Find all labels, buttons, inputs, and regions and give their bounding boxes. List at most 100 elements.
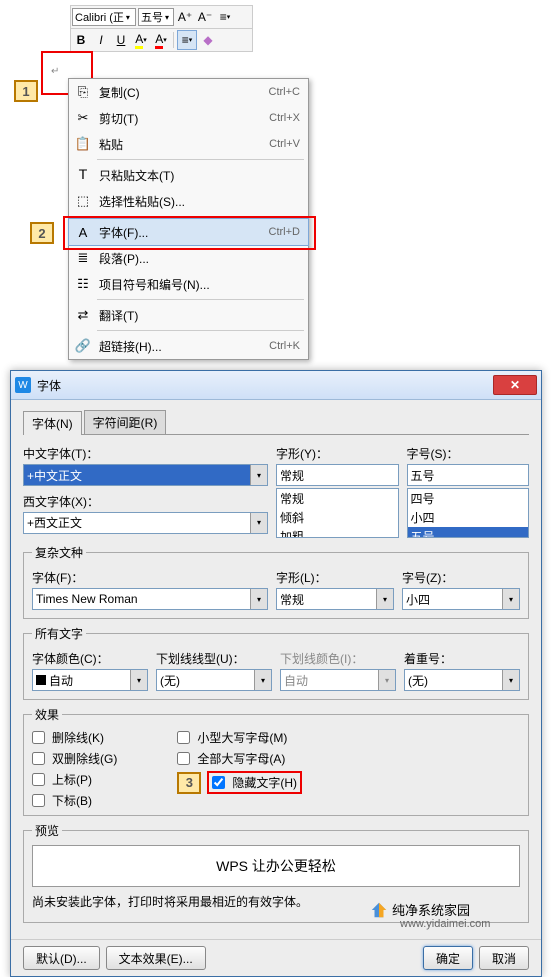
ctx-label: 超链接(H)... — [99, 338, 269, 355]
size-listbox[interactable]: 四号小四五号 — [407, 488, 530, 538]
bold-button[interactable]: B — [72, 31, 90, 49]
shrink-font-button[interactable]: A⁻ — [196, 8, 214, 26]
label-size: 字号(S)： — [407, 445, 530, 462]
preview-legend: 预览 — [32, 822, 62, 839]
text-effect-button[interactable]: 文本效果(E)... — [106, 946, 206, 970]
ctx-shortcut: Ctrl+X — [269, 112, 300, 124]
label-c-font: 字体(F)： — [32, 569, 268, 586]
ctx-label: 只粘贴文本(T) — [99, 167, 300, 184]
label-style: 字形(Y)： — [276, 445, 399, 462]
font-color-button[interactable]: A▾ — [152, 31, 170, 49]
size-combo[interactable]: 五号 — [407, 464, 530, 486]
preview-box: WPS 让办公更轻松 — [32, 845, 520, 887]
align-button[interactable]: ≡▾ — [177, 30, 197, 50]
chk-allcaps[interactable]: 全部大写字母(A) — [177, 750, 302, 767]
c-size-combo[interactable]: 小四▾ — [402, 588, 520, 610]
chk-hidden[interactable]: 隐藏文字(H) — [212, 774, 297, 791]
label-c-style: 字形(L)： — [276, 569, 394, 586]
underline-button[interactable]: U — [112, 31, 130, 49]
ctx-item[interactable]: ✂ 剪切(T)Ctrl+X — [69, 105, 308, 131]
u-style-combo[interactable]: (无)▾ — [156, 669, 272, 691]
ctx-shortcut: Ctrl+V — [269, 138, 300, 150]
badge-3: 3 — [177, 772, 201, 794]
watermark-1: 纯净系统家园 — [370, 900, 470, 919]
label-u-style: 下划线线型(U)： — [156, 650, 272, 667]
formatting-toolbar: Calibri (正▾ 五号▾ A⁺ A⁻ ≡▾ B I U A▾ A▾ ≡▾ … — [70, 5, 253, 52]
en-font-combo[interactable]: +西文正文▾ — [23, 512, 268, 534]
ctx-icon: ✂ — [73, 108, 93, 128]
label-font-color: 字体颜色(C)： — [32, 650, 148, 667]
chk-smallcaps[interactable]: 小型大写字母(M) — [177, 729, 302, 746]
ok-button[interactable]: 确定 — [423, 946, 473, 970]
tab-font[interactable]: 字体(N) — [23, 411, 82, 435]
label-en-font: 西文字体(X)： — [23, 493, 268, 510]
ctx-shortcut: Ctrl+K — [269, 340, 300, 352]
effects-legend: 效果 — [32, 706, 62, 723]
ctx-icon: ≣ — [73, 248, 93, 268]
list-item[interactable]: 加粗 — [277, 527, 398, 538]
ctx-item[interactable]: 𝖳 只粘贴文本(T) — [69, 162, 308, 188]
chk-super[interactable]: 上标(P) — [32, 771, 117, 788]
style-listbox[interactable]: 常规倾斜加粗 — [276, 488, 399, 538]
list-item[interactable]: 五号 — [408, 527, 529, 538]
ctx-item[interactable]: A字体(F)...Ctrl+D — [68, 218, 309, 246]
tab-spacing[interactable]: 字符间距(R) — [84, 410, 167, 434]
watermark-2: www.yidaimei.com — [400, 918, 490, 930]
ctx-item[interactable]: ⎘ 复制(C)Ctrl+C — [69, 79, 308, 105]
ctx-label: 剪切(T) — [99, 110, 269, 127]
ctx-item[interactable]: ⬚ 选择性粘贴(S)... — [69, 188, 308, 214]
chk-dstrike[interactable]: 双删除线(G) — [32, 750, 117, 767]
ctx-icon: 𝖳 — [73, 165, 93, 185]
font-name-select[interactable]: Calibri (正▾ — [72, 8, 136, 26]
ctx-icon: 📋 — [73, 134, 93, 154]
list-item[interactable]: 小四 — [408, 508, 529, 527]
line-spacing-button[interactable]: ≡▾ — [216, 8, 234, 26]
ctx-label: 段落(P)... — [99, 250, 300, 267]
font-size-select[interactable]: 五号▾ — [138, 8, 174, 26]
effects-fieldset: 效果 删除线(K) 双删除线(G) 上标(P) 下标(B) 小型大写字母(M) … — [23, 706, 529, 816]
ctx-icon: ⎘ — [73, 82, 93, 102]
chk-sub[interactable]: 下标(B) — [32, 792, 117, 809]
ctx-icon: ⇄ — [73, 305, 93, 325]
ctx-item[interactable]: 🔗 超链接(H)...Ctrl+K — [69, 333, 308, 359]
ctx-shortcut: Ctrl+C — [269, 86, 300, 98]
style-combo[interactable]: 常规 — [276, 464, 399, 486]
ctx-item[interactable]: ⇄ 翻译(T) — [69, 302, 308, 328]
ctx-item[interactable]: ☷项目符号和编号(N)... — [69, 271, 308, 297]
cancel-button[interactable]: 取消 — [479, 946, 529, 970]
emphasis-combo[interactable]: (无)▾ — [404, 669, 520, 691]
house-icon — [370, 901, 388, 919]
close-button[interactable]: ✕ — [493, 375, 537, 395]
dialog-titlebar: W 字体 ✕ — [11, 371, 541, 400]
ctx-icon: 🔗 — [73, 336, 93, 356]
ctx-label: 复制(C) — [99, 84, 269, 101]
ctx-label: 选择性粘贴(S)... — [99, 193, 300, 210]
italic-button[interactable]: I — [92, 31, 110, 49]
cn-font-combo[interactable]: +中文正文▾ — [23, 464, 268, 486]
list-item[interactable]: 四号 — [408, 489, 529, 508]
ctx-shortcut: Ctrl+D — [269, 226, 300, 238]
all-text-fieldset: 所有文字 字体颜色(C)： 自动▾ 下划线线型(U)： (无)▾ 下划线颜色(I… — [23, 625, 529, 700]
ctx-icon: ☷ — [73, 274, 93, 294]
paragraph-mark: ↵ — [51, 66, 59, 77]
context-menu: ⎘ 复制(C)Ctrl+C ✂ 剪切(T)Ctrl+X 📋粘贴Ctrl+V 𝖳 只粘贴文本(… — [68, 78, 309, 360]
dialog-title: 字体 — [37, 377, 493, 394]
label-emphasis: 着重号： — [404, 650, 520, 667]
ctx-icon: A — [73, 222, 93, 242]
font-dialog: W 字体 ✕ 字体(N) 字符间距(R) 中文字体(T)： +中文正文▾ 字形(… — [10, 370, 542, 977]
app-icon: W — [15, 377, 31, 393]
ctx-icon: ⬚ — [73, 191, 93, 211]
list-item[interactable]: 倾斜 — [277, 508, 398, 527]
grow-font-button[interactable]: A⁺ — [176, 8, 194, 26]
ctx-item[interactable]: 📋粘贴Ctrl+V — [69, 131, 308, 157]
c-font-combo[interactable]: Times New Roman▾ — [32, 588, 268, 610]
eraser-button[interactable]: ◆ — [199, 31, 217, 49]
list-item[interactable]: 常规 — [277, 489, 398, 508]
ctx-label: 翻译(T) — [99, 307, 300, 324]
highlight-button[interactable]: A▾ — [132, 31, 150, 49]
font-color-combo[interactable]: 自动▾ — [32, 669, 148, 691]
default-button[interactable]: 默认(D)... — [23, 946, 100, 970]
chk-strike[interactable]: 删除线(K) — [32, 729, 117, 746]
ctx-item[interactable]: ≣ 段落(P)... — [69, 245, 308, 271]
c-style-combo[interactable]: 常规▾ — [276, 588, 394, 610]
